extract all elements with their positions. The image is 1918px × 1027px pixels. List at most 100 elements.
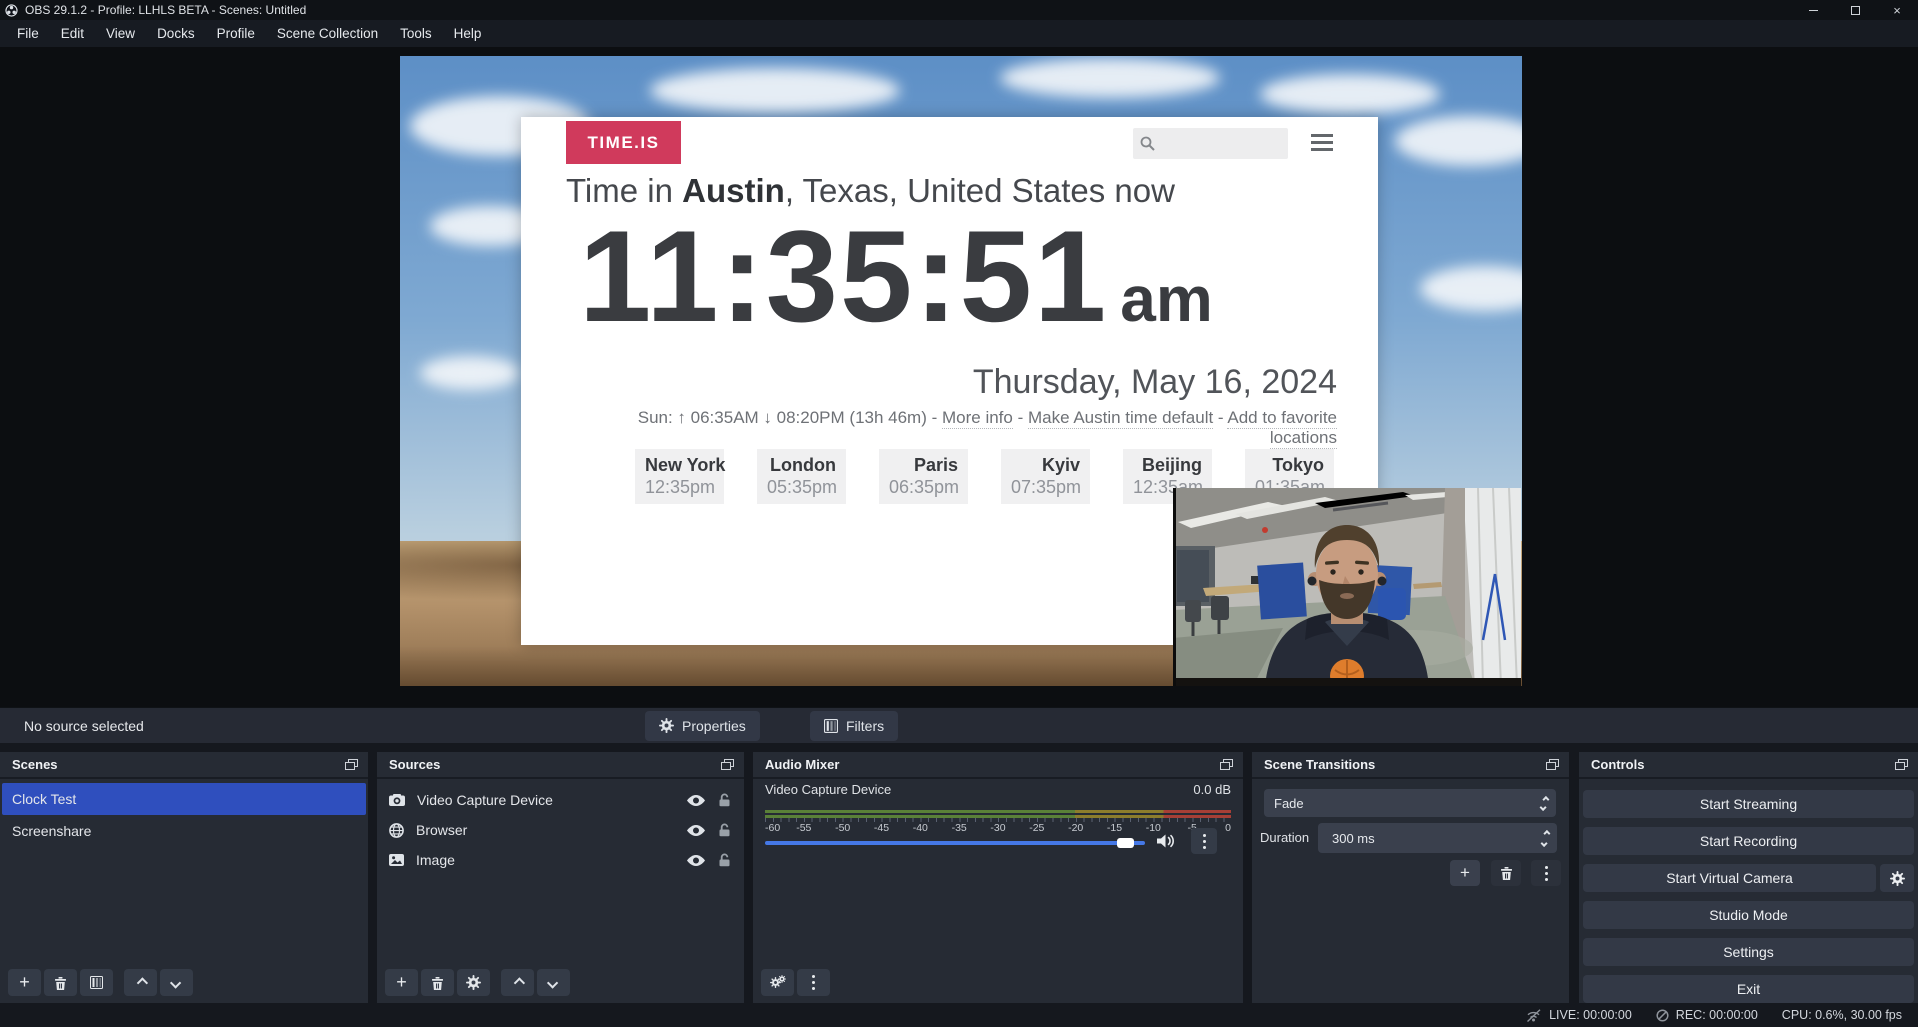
eye-visible-icon[interactable] xyxy=(687,825,705,836)
properties-button[interactable]: Properties xyxy=(645,711,760,741)
timeis-clock: 11:35:51 am xyxy=(579,205,1213,348)
sources-header[interactable]: Sources xyxy=(377,752,744,779)
eye-visible-icon[interactable] xyxy=(687,855,705,866)
maximize-icon xyxy=(1851,6,1860,15)
move-scene-up-button[interactable] xyxy=(124,969,157,996)
menu-profile[interactable]: Profile xyxy=(206,20,266,47)
window-title: OBS 29.1.2 - Profile: LLHLS BETA - Scene… xyxy=(25,3,306,17)
advanced-audio-button[interactable] xyxy=(761,969,794,996)
menu-docks[interactable]: Docks xyxy=(146,20,206,47)
record-inactive-icon xyxy=(1656,1009,1669,1022)
chevron-up-icon xyxy=(136,977,147,988)
move-scene-down-button[interactable] xyxy=(160,969,193,996)
filters-button[interactable]: Filters xyxy=(810,711,898,741)
gear-icon xyxy=(1890,871,1905,886)
gear-icon xyxy=(778,975,786,983)
audio-mixer-header[interactable]: Audio Mixer xyxy=(753,752,1243,779)
make-default-link: Make Austin time default xyxy=(1028,408,1213,429)
menu-view[interactable]: View xyxy=(95,20,146,47)
scenes-toolbar: + xyxy=(8,969,193,996)
spinner-arrows-icon[interactable] xyxy=(1543,831,1548,846)
virtual-camera-config-button[interactable] xyxy=(1880,864,1914,892)
lock-icon[interactable] xyxy=(719,793,730,807)
menu-scene-collection[interactable]: Scene Collection xyxy=(266,20,389,47)
scene-item-clock-test[interactable]: Clock Test xyxy=(2,783,366,815)
transitions-header[interactable]: Scene Transitions xyxy=(1252,752,1569,779)
timeis-search-box xyxy=(1133,128,1288,159)
no-source-status: No source selected xyxy=(24,718,144,734)
volume-meter xyxy=(765,810,1231,813)
image-icon xyxy=(389,854,404,866)
popout-icon xyxy=(721,759,734,770)
close-icon: × xyxy=(1893,3,1901,18)
controls-panel: Controls Start Streaming Start Recording… xyxy=(1579,752,1918,1003)
menu-file[interactable]: File xyxy=(6,20,50,47)
timeis-logo: TIME.IS xyxy=(566,121,681,164)
preview-area: TIME.IS Time in Austin, Texas, United St… xyxy=(0,47,1918,707)
hamburger-menu-icon xyxy=(1311,134,1333,155)
transition-select[interactable]: Fade xyxy=(1264,789,1556,817)
chevron-down-icon xyxy=(169,977,180,988)
scenes-panel: Scenes Clock Test Screenshare + xyxy=(0,752,368,1003)
start-virtual-camera-button[interactable]: Start Virtual Camera xyxy=(1583,864,1876,892)
add-transition-button[interactable]: + xyxy=(1450,860,1480,886)
stream-inactive-icon xyxy=(1525,1009,1542,1022)
camera-icon xyxy=(389,794,405,806)
remove-transition-button[interactable] xyxy=(1491,860,1521,886)
menu-help[interactable]: Help xyxy=(443,20,493,47)
volume-slider-handle[interactable] xyxy=(1117,838,1134,848)
exit-button[interactable]: Exit xyxy=(1583,975,1914,1003)
add-scene-button[interactable]: + xyxy=(8,969,41,996)
channel-menu-button[interactable] xyxy=(1191,828,1217,854)
settings-button[interactable]: Settings xyxy=(1583,938,1914,966)
volume-slider[interactable] xyxy=(765,841,1145,845)
controls-header[interactable]: Controls xyxy=(1579,752,1918,779)
studio-mode-button[interactable]: Studio Mode xyxy=(1583,901,1914,929)
duration-input[interactable]: 300 ms xyxy=(1318,823,1557,853)
cloud xyxy=(1000,58,1220,98)
menu-tools[interactable]: Tools xyxy=(389,20,443,47)
live-status: LIVE: 00:00:00 xyxy=(1525,1008,1632,1022)
move-source-down-button[interactable] xyxy=(537,969,570,996)
remove-source-button[interactable] xyxy=(421,969,454,996)
timeis-sun-info: Sun: ↑ 06:35AM ↓ 08:20PM (13h 46m) - Mor… xyxy=(566,408,1337,448)
mixer-channel-name: Video Capture Device xyxy=(765,782,891,797)
scene-filters-button[interactable] xyxy=(80,969,113,996)
transition-menu-button[interactable] xyxy=(1531,860,1561,886)
popout-icon xyxy=(1546,759,1559,770)
remove-scene-button[interactable] xyxy=(44,969,77,996)
preview-canvas[interactable]: TIME.IS Time in Austin, Texas, United St… xyxy=(400,56,1522,686)
clock-ampm: am xyxy=(1120,262,1213,336)
source-properties-button[interactable] xyxy=(457,969,490,996)
more-info-link: More info xyxy=(942,408,1013,429)
eye-visible-icon[interactable] xyxy=(687,795,705,806)
scene-item-screenshare[interactable]: Screenshare xyxy=(2,815,366,847)
start-recording-button[interactable]: Start Recording xyxy=(1583,827,1914,855)
close-button[interactable]: × xyxy=(1876,0,1918,20)
lock-icon[interactable] xyxy=(719,823,730,837)
source-item-browser[interactable]: Browser xyxy=(377,815,744,845)
audio-mixer-panel: Audio Mixer Video Capture Device 0.0 dB … xyxy=(753,752,1243,1003)
scenes-header[interactable]: Scenes xyxy=(0,752,368,779)
source-item-video-capture[interactable]: Video Capture Device xyxy=(377,785,744,815)
sources-panel: Sources Video Capture Device Browser xyxy=(377,752,744,1003)
lock-icon[interactable] xyxy=(719,853,730,867)
cloud xyxy=(1260,74,1440,114)
filters-icon xyxy=(90,976,103,989)
filters-icon xyxy=(824,719,838,733)
menu-edit[interactable]: Edit xyxy=(50,20,95,47)
city-box: London05:35pm xyxy=(757,449,846,504)
start-streaming-button[interactable]: Start Streaming xyxy=(1583,790,1914,818)
speaker-icon[interactable] xyxy=(1157,834,1175,848)
add-source-button[interactable]: + xyxy=(385,969,418,996)
minimize-icon xyxy=(1809,10,1818,11)
rec-status: REC: 00:00:00 xyxy=(1656,1008,1758,1022)
source-item-image[interactable]: Image xyxy=(377,845,744,875)
webcam-source xyxy=(1173,488,1521,686)
mixer-menu-button[interactable] xyxy=(797,969,830,996)
city-box: Paris06:35pm xyxy=(879,449,968,504)
minimize-button[interactable] xyxy=(1792,0,1834,20)
chevron-down-icon xyxy=(546,977,557,988)
maximize-button[interactable] xyxy=(1834,0,1876,20)
move-source-up-button[interactable] xyxy=(501,969,534,996)
